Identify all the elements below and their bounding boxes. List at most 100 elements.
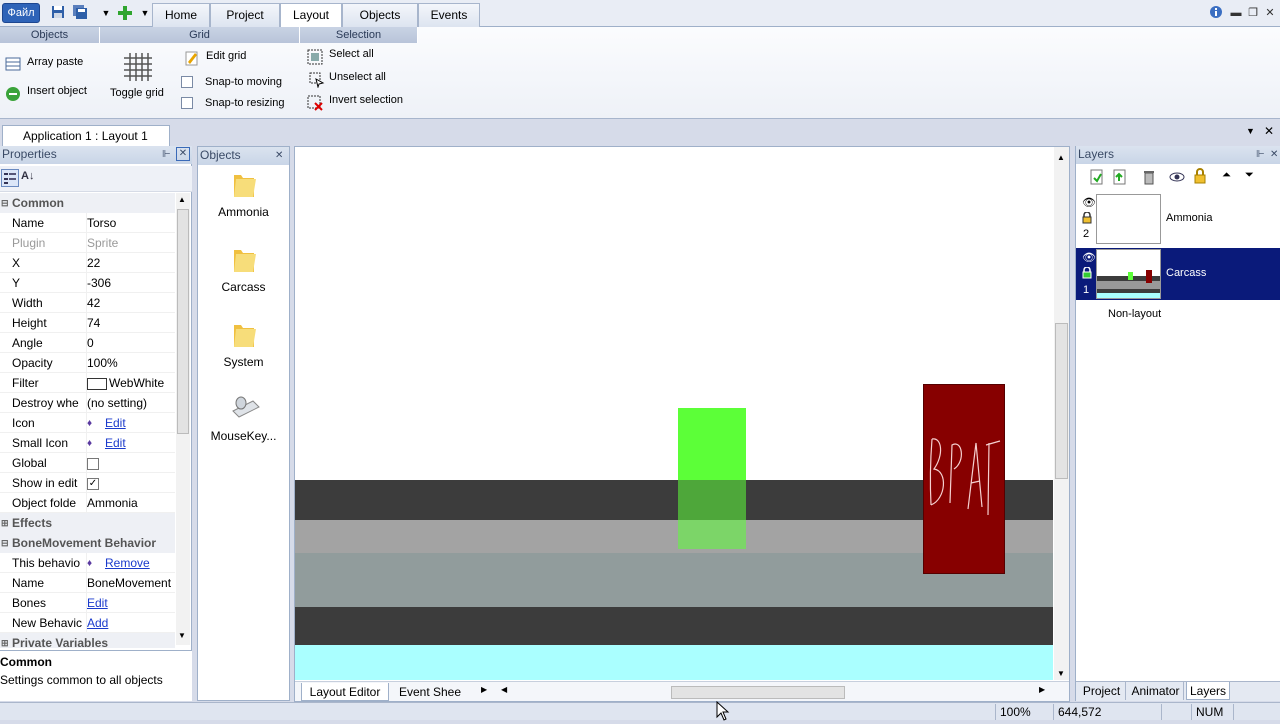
property-row[interactable]: Show in edit ✓	[0, 473, 175, 493]
tab-layout[interactable]: Layout	[280, 3, 342, 28]
property-row[interactable]: This behavio ♦ Remove	[0, 553, 175, 574]
scroll-thumb[interactable]	[177, 209, 189, 434]
edit-grid-button[interactable]: Edit grid	[184, 48, 294, 66]
lock-icon[interactable]	[1082, 211, 1092, 227]
object-item-system[interactable]: System	[198, 319, 289, 369]
property-value[interactable]: (no setting)	[86, 393, 175, 413]
property-row[interactable]: Bones Edit	[0, 593, 175, 613]
property-value[interactable]: Sprite	[86, 233, 175, 253]
property-link[interactable]: Edit	[105, 416, 126, 430]
color-swatch[interactable]	[87, 377, 107, 390]
checkbox[interactable]	[87, 457, 99, 470]
property-value[interactable]: BoneMovement	[86, 573, 175, 593]
property-value[interactable]: ♦ Edit	[86, 413, 175, 434]
insert-object-button[interactable]: Insert object	[4, 84, 100, 104]
tab-scroll-right-icon[interactable]: ▶	[481, 685, 487, 694]
visible-eye-icon[interactable]: 👁	[1082, 196, 1096, 209]
property-value[interactable]: ✓	[86, 473, 175, 493]
close-icon[interactable]: ✕	[1262, 5, 1278, 21]
property-row[interactable]: Height 74	[0, 313, 175, 333]
checkbox[interactable]: ✓	[87, 477, 99, 490]
dropdown-arrow-icon[interactable]: ▼	[137, 5, 153, 21]
property-value[interactable]: 0	[86, 333, 175, 353]
visible-eye-icon[interactable]: 👁	[1082, 251, 1096, 264]
enemy-sprite[interactable]	[923, 384, 1005, 574]
property-category[interactable]: ⊟ BoneMovement Behavior	[0, 533, 175, 553]
scroll-down-icon[interactable]: ▼	[1057, 669, 1065, 678]
collapse-icon[interactable]: ⊟	[1, 533, 9, 553]
categorized-icon[interactable]	[1, 169, 19, 187]
dropdown-arrow-icon[interactable]: ▼	[98, 5, 114, 21]
layer-row-carcass[interactable]: 👁 1 Carcass	[1076, 248, 1280, 300]
tab-list-icon[interactable]: ▼	[1246, 126, 1255, 136]
property-value[interactable]: Edit	[86, 593, 175, 613]
scroll-up-icon[interactable]: ▲	[178, 195, 186, 204]
property-value[interactable]: Ammonia	[86, 493, 175, 513]
hscroll-left-icon[interactable]: ◀	[501, 685, 507, 694]
eye-icon[interactable]	[1169, 169, 1185, 188]
property-value[interactable]: Torso	[86, 213, 175, 233]
property-value[interactable]	[86, 453, 175, 473]
save-all-icon[interactable]	[72, 5, 88, 21]
scroll-thumb[interactable]	[1055, 323, 1068, 479]
tab-project[interactable]: Project	[210, 3, 280, 27]
tab-layout-editor[interactable]: Layout Editor	[301, 683, 389, 701]
property-value[interactable]: 42	[86, 293, 175, 313]
property-row[interactable]: New Behavic Add	[0, 613, 175, 633]
close-document-icon[interactable]: ✕	[1264, 124, 1274, 138]
add-layer-above-icon[interactable]	[1112, 169, 1128, 188]
non-layout-item[interactable]: Non-layout	[1108, 308, 1161, 320]
horizontal-scroll-thumb[interactable]	[671, 686, 845, 699]
property-link[interactable]: Remove	[105, 556, 150, 570]
vertical-scrollbar[interactable]: ▲ ▼	[1054, 147, 1069, 680]
close-icon[interactable]: ✕	[275, 147, 283, 164]
collapse-icon[interactable]: ⊟	[1, 193, 9, 213]
property-category[interactable]: ⊞ Effects	[0, 513, 175, 533]
toggle-grid-button[interactable]: Toggle grid	[106, 51, 174, 103]
property-row[interactable]: Plugin Sprite	[0, 233, 175, 253]
move-layer-up-icon[interactable]: ⏶	[1222, 169, 1231, 182]
property-value[interactable]: Add	[86, 613, 175, 633]
property-link[interactable]: Edit	[87, 596, 108, 610]
property-category[interactable]: ⊟ Common	[0, 193, 175, 213]
object-item-ammonia[interactable]: Ammonia	[198, 169, 289, 219]
layout-canvas[interactable]	[295, 147, 1053, 680]
lock-icon[interactable]	[1192, 168, 1208, 187]
delete-layer-icon[interactable]	[1141, 169, 1157, 188]
property-category[interactable]: ⊞ Private Variables	[0, 633, 175, 648]
array-paste-button[interactable]: Array paste	[4, 54, 100, 74]
snap-resizing-checkbox[interactable]: Snap-to resizing	[181, 96, 296, 112]
hscroll-right-icon[interactable]: ▶	[1039, 685, 1045, 694]
tab-animator[interactable]: Animator	[1128, 682, 1184, 700]
property-value[interactable]: WebWhite	[86, 373, 175, 393]
scroll-up-icon[interactable]: ▲	[1057, 153, 1065, 162]
tab-layers[interactable]: Layers	[1186, 682, 1230, 700]
add-icon[interactable]	[117, 5, 133, 21]
file-menu-button[interactable]: Файл	[2, 3, 40, 23]
select-all-button[interactable]: Select all	[306, 47, 416, 65]
move-layer-down-icon[interactable]: ⏷	[1245, 169, 1254, 182]
snap-moving-checkbox[interactable]: Snap-to moving	[181, 75, 296, 91]
tab-project[interactable]: Project	[1078, 682, 1126, 700]
property-row[interactable]: Filter WebWhite	[0, 373, 175, 393]
document-tab[interactable]: Application 1 : Layout 1	[2, 125, 170, 146]
scroll-down-icon[interactable]: ▼	[178, 631, 186, 640]
expand-icon[interactable]: ⊞	[1, 633, 9, 648]
property-row[interactable]: Width 42	[0, 293, 175, 313]
property-value[interactable]: 100%	[86, 353, 175, 373]
property-value[interactable]: ♦ Edit	[86, 433, 175, 454]
close-icon[interactable]: ✕	[176, 147, 190, 161]
properties-scrollbar[interactable]: ▲ ▼	[176, 193, 190, 645]
pin-icon[interactable]: ⊩	[1256, 146, 1265, 163]
property-row[interactable]: Destroy whe (no setting)	[0, 393, 175, 413]
object-item-carcass[interactable]: Carcass	[198, 244, 289, 294]
tab-home[interactable]: Home	[152, 3, 210, 27]
lock-icon[interactable]	[1082, 266, 1092, 282]
add-layer-icon[interactable]	[1089, 169, 1105, 188]
property-value[interactable]: 74	[86, 313, 175, 333]
property-row[interactable]: Name Torso	[0, 213, 175, 233]
property-row[interactable]: Small Icon ♦ Edit	[0, 433, 175, 454]
minimize-icon[interactable]: ▬	[1228, 5, 1244, 21]
property-row[interactable]: Icon ♦ Edit	[0, 413, 175, 434]
property-link[interactable]: Add	[87, 616, 108, 630]
